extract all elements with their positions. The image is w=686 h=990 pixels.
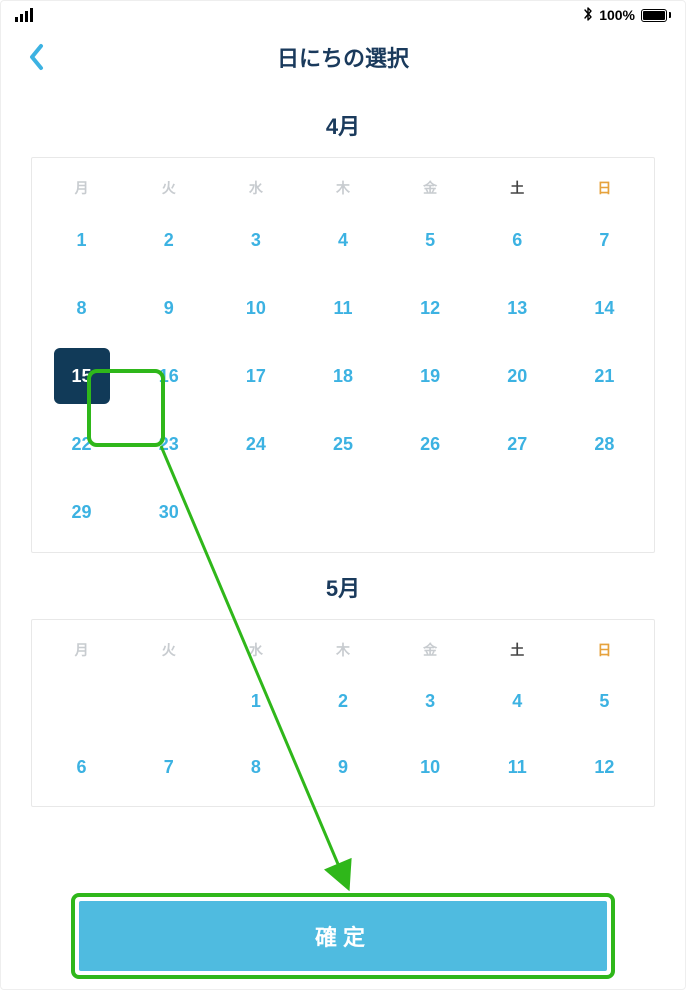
day-cell[interactable]: 15: [38, 342, 125, 410]
day-cell[interactable]: 21: [561, 342, 648, 410]
day-cell[interactable]: 14: [561, 274, 648, 342]
battery-percent: 100%: [599, 7, 635, 23]
day-cell[interactable]: 4: [299, 206, 386, 274]
day-cell[interactable]: 5: [561, 668, 648, 734]
day-cell[interactable]: 10: [212, 274, 299, 342]
page-title: 日にちの選択: [277, 41, 409, 73]
day-cell[interactable]: 25: [299, 410, 386, 478]
day-cell[interactable]: 8: [212, 734, 299, 800]
day-cell[interactable]: 1: [38, 206, 125, 274]
content: 4月 月火水木金土日 12345678910111213141516171819…: [1, 85, 685, 807]
day-cell[interactable]: 23: [125, 410, 212, 478]
day-cell[interactable]: 18: [299, 342, 386, 410]
calendar-may: 月火水木金土日 123456789101112: [31, 619, 655, 807]
day-cell[interactable]: 6: [38, 734, 125, 800]
day-cell[interactable]: 5: [387, 206, 474, 274]
battery-icon: [641, 9, 671, 22]
weekday-label: 木: [299, 634, 386, 668]
calendar-april: 月火水木金土日 12345678910111213141516171819202…: [31, 157, 655, 553]
month-label-1: 4月: [31, 109, 655, 141]
day-cell[interactable]: 27: [474, 410, 561, 478]
weekday-label: 水: [212, 634, 299, 668]
day-cell[interactable]: 2: [125, 206, 212, 274]
confirm-button[interactable]: 確定: [79, 901, 607, 971]
day-cell-empty: [38, 668, 125, 734]
day-cell[interactable]: 16: [125, 342, 212, 410]
day-cell[interactable]: 1: [212, 668, 299, 734]
day-cell-empty: [561, 478, 648, 546]
day-cell[interactable]: 7: [125, 734, 212, 800]
weekday-label: 水: [212, 172, 299, 206]
day-cell[interactable]: 4: [474, 668, 561, 734]
signal-icon: [15, 8, 33, 22]
day-cell[interactable]: 7: [561, 206, 648, 274]
day-cell[interactable]: 24: [212, 410, 299, 478]
day-cell[interactable]: 9: [125, 274, 212, 342]
day-cell[interactable]: 11: [474, 734, 561, 800]
weekday-row: 月火水木金土日: [38, 172, 648, 206]
weekday-label: 土: [474, 172, 561, 206]
day-cell-empty: [212, 478, 299, 546]
day-cell[interactable]: 3: [212, 206, 299, 274]
day-cell[interactable]: 22: [38, 410, 125, 478]
weekday-label: 木: [299, 172, 386, 206]
day-grid-april: 1234567891011121314151617181920212223242…: [38, 206, 648, 546]
day-cell[interactable]: 12: [387, 274, 474, 342]
weekday-label: 火: [125, 172, 212, 206]
back-button[interactable]: [19, 39, 55, 75]
device-frame: 100% 日にちの選択 4月 月火水木金土日 12345678910111213…: [0, 0, 686, 990]
day-cell[interactable]: 17: [212, 342, 299, 410]
day-cell[interactable]: 19: [387, 342, 474, 410]
day-cell[interactable]: 29: [38, 478, 125, 546]
day-cell-empty: [125, 668, 212, 734]
weekday-label: 日: [561, 634, 648, 668]
weekday-label: 月: [38, 634, 125, 668]
status-right: 100%: [583, 7, 671, 24]
weekday-label: 日: [561, 172, 648, 206]
chevron-left-icon: [27, 43, 47, 71]
bluetooth-icon: [583, 7, 593, 24]
day-cell[interactable]: 12: [561, 734, 648, 800]
weekday-label: 土: [474, 634, 561, 668]
nav-header: 日にちの選択: [1, 29, 685, 85]
day-grid-may: 123456789101112: [38, 668, 648, 800]
day-cell[interactable]: 9: [299, 734, 386, 800]
weekday-row: 月火水木金土日: [38, 634, 648, 668]
day-cell[interactable]: 28: [561, 410, 648, 478]
day-cell[interactable]: 11: [299, 274, 386, 342]
day-cell[interactable]: 2: [299, 668, 386, 734]
day-cell[interactable]: 10: [387, 734, 474, 800]
status-left: [15, 8, 33, 22]
day-cell[interactable]: 3: [387, 668, 474, 734]
weekday-label: 火: [125, 634, 212, 668]
day-cell-empty: [299, 478, 386, 546]
weekday-label: 月: [38, 172, 125, 206]
day-cell[interactable]: 8: [38, 274, 125, 342]
month-label-2: 5月: [31, 571, 655, 603]
day-cell-empty: [387, 478, 474, 546]
day-cell[interactable]: 13: [474, 274, 561, 342]
day-cell[interactable]: 30: [125, 478, 212, 546]
day-cell[interactable]: 26: [387, 410, 474, 478]
status-bar: 100%: [1, 1, 685, 29]
weekday-label: 金: [387, 634, 474, 668]
day-cell-empty: [474, 478, 561, 546]
day-cell[interactable]: 6: [474, 206, 561, 274]
day-cell[interactable]: 20: [474, 342, 561, 410]
weekday-label: 金: [387, 172, 474, 206]
confirm-wrap: 確定: [79, 901, 607, 971]
